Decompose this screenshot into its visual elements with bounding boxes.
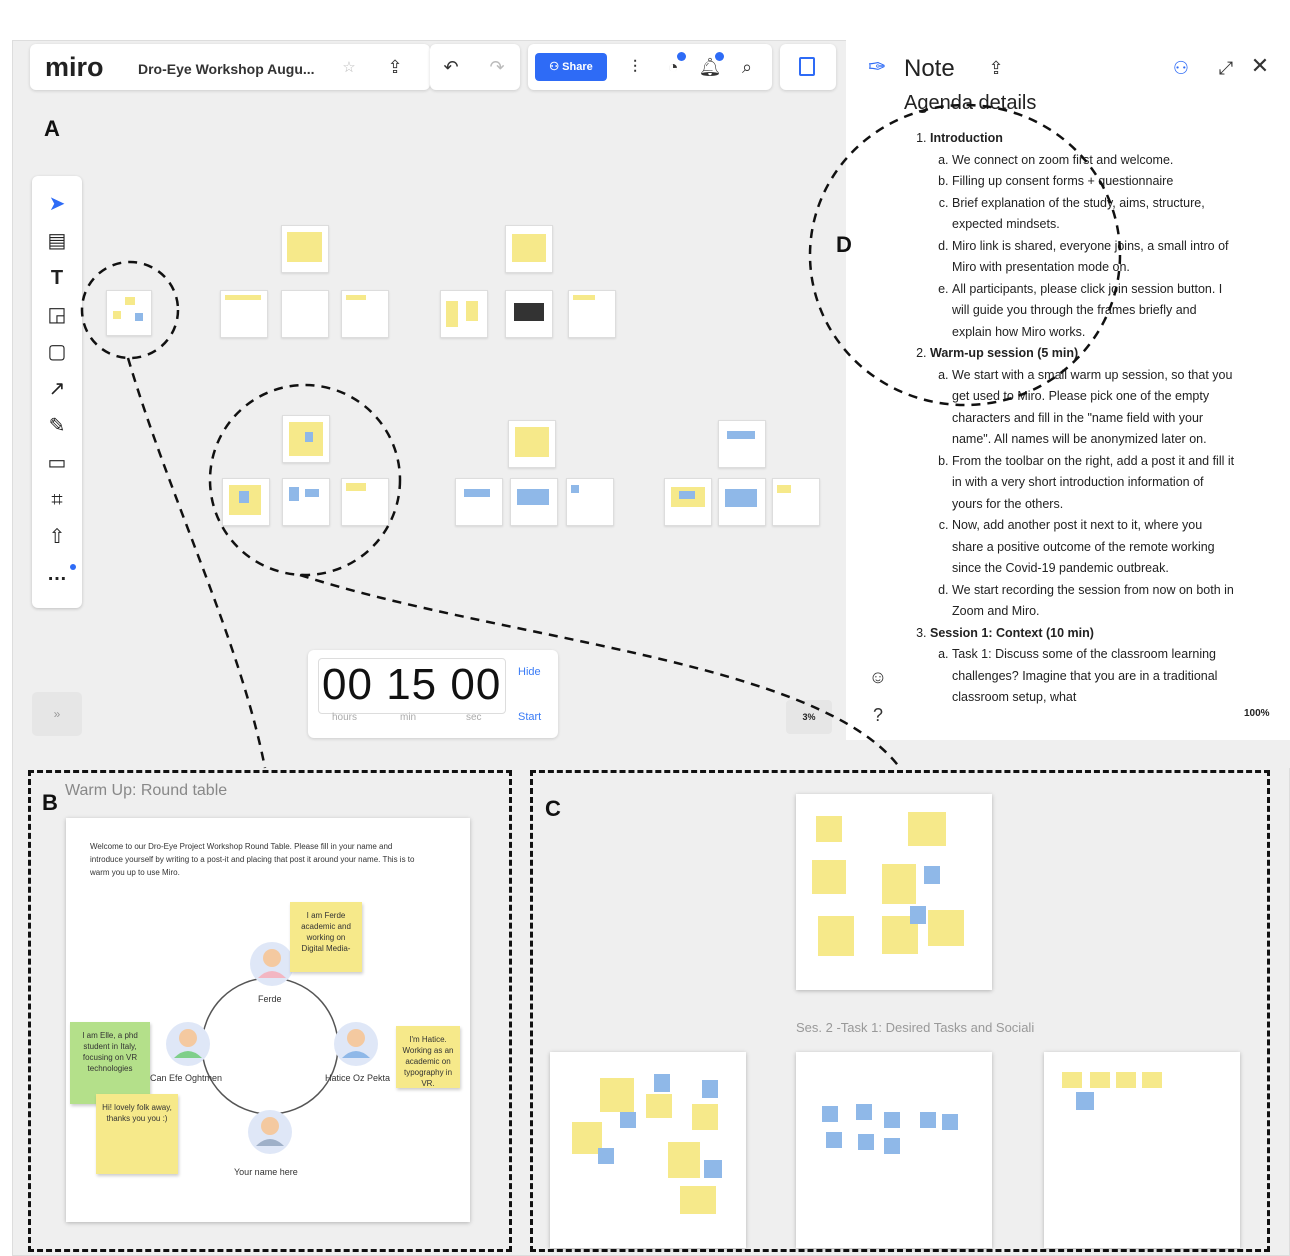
sticky-note[interactable]: I'm Hatice. Working as an academic on ty… [396,1026,460,1088]
frame-title-task: Ses. 2 -Task 1: Desired Tasks and Social… [796,1020,1035,1035]
person-label: Your name here [234,1167,298,1177]
task-frame[interactable] [796,1052,992,1248]
sticky-note[interactable]: I am Elle, a phd student in Italy, focus… [70,1022,150,1104]
callout-line-c [299,573,902,769]
sticky-note[interactable]: I am Ferde academic and working on Digit… [290,902,362,972]
task-frame[interactable] [1044,1052,1240,1248]
callout-line-b [126,357,267,769]
task-frame[interactable] [550,1052,746,1248]
figure-label-b: B [42,790,58,815]
person-label: Can Efe Oghtmen [150,1073,223,1083]
avatar [166,942,378,1154]
sticky-note[interactable]: Hi! lovely folk away, thanks you you :) [96,1094,178,1174]
frame-title-warmup: Warm Up: Round table [65,782,228,799]
callout-circle-d [808,103,1122,407]
person-label: Hatice Oz Pekta [325,1073,391,1083]
person-label: Ferde [258,994,282,1004]
task-frame[interactable] [796,794,992,990]
callout-circle-c [208,383,402,577]
callout-circle-b [80,260,180,360]
figure-label-c: C [545,796,561,821]
